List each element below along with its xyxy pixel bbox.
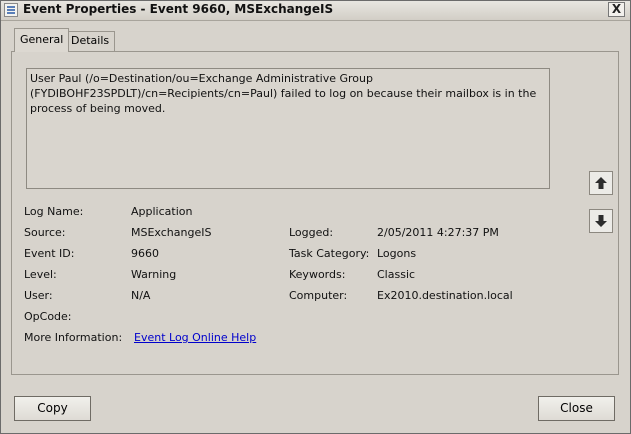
event-id-value: 9660 — [131, 247, 159, 260]
next-event-button[interactable] — [589, 209, 613, 233]
log-name-value: Application — [131, 205, 193, 218]
level-label: Level: — [24, 268, 57, 281]
log-name-label: Log Name: — [24, 205, 84, 218]
tab-general[interactable]: General — [14, 28, 70, 52]
task-category-value: Logons — [377, 247, 417, 260]
task-category-label: Task Category: — [289, 247, 370, 260]
event-log-online-help-link[interactable]: Event Log Online Help — [134, 331, 256, 344]
logged-label: Logged: — [289, 226, 334, 239]
previous-event-button[interactable] — [589, 171, 613, 195]
window-title: Event Properties - Event 9660, MSExchang… — [23, 2, 334, 16]
user-label: User: — [24, 289, 53, 302]
source-label: Source: — [24, 226, 66, 239]
window-close-button[interactable]: X — [608, 2, 625, 17]
keywords-value: Classic — [377, 268, 416, 281]
user-value: N/A — [131, 289, 151, 302]
computer-label: Computer: — [289, 289, 348, 302]
event-viewer-icon — [4, 3, 18, 17]
opcode-label: OpCode: — [24, 310, 72, 323]
computer-value: Ex2010.destination.local — [377, 289, 513, 302]
tab-details[interactable]: Details — [65, 31, 116, 51]
level-value: Warning — [131, 268, 177, 281]
event-description[interactable]: User Paul (/o=Destination/ou=Exchange Ad… — [26, 68, 550, 189]
event-properties-window: Event Properties - Event 9660, MSExchang… — [0, 0, 631, 434]
more-information-label: More Information: — [24, 331, 123, 344]
source-value: MSExchangeIS — [131, 226, 212, 239]
up-arrow-icon — [595, 177, 607, 189]
close-button[interactable]: Close — [538, 396, 615, 421]
copy-button[interactable]: Copy — [14, 396, 91, 421]
logged-value: 2/05/2011 4:27:37 PM — [377, 226, 499, 239]
keywords-label: Keywords: — [289, 268, 346, 281]
event-id-label: Event ID: — [24, 247, 75, 260]
title-bar[interactable]: Event Properties - Event 9660, MSExchang… — [1, 1, 630, 21]
down-arrow-icon — [595, 215, 607, 227]
